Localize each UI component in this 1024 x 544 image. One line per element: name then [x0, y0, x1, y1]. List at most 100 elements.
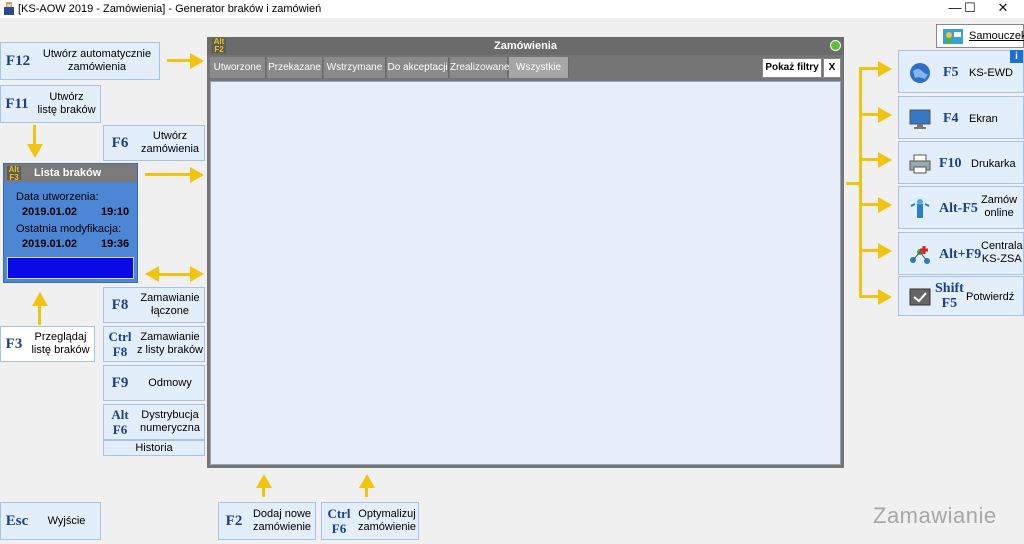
arrow-right-icon: [190, 266, 204, 282]
confirm-button[interactable]: Shift F5 Potwierdź: [898, 276, 1024, 316]
created-label: Data utworzenia:: [16, 191, 99, 203]
arrow-shaft: [158, 273, 192, 276]
key-f6: F6: [111, 134, 129, 151]
label-line1: Dodaj nowe: [252, 508, 312, 520]
tab-do-akceptacji[interactable]: Do akceptacji: [387, 57, 449, 78]
monitor-icon: [909, 109, 931, 129]
arrow-shaft: [859, 158, 879, 161]
section-watermark: Zamawianie: [873, 503, 997, 528]
arrow-shaft: [859, 295, 879, 298]
close-button[interactable]: ✕: [980, 0, 1024, 18]
label-line2: online: [984, 207, 1014, 219]
printer-icon: [909, 154, 931, 174]
connector-line: [859, 67, 862, 297]
orders-window: Alt F2 Zamówienia Utworzone Przekazane Ws…: [207, 37, 844, 468]
order-from-shortage-list-button[interactable]: Ctrl F8 Zamawianie z listy braków: [103, 326, 205, 362]
printer-button[interactable]: F10 Drukarka: [898, 141, 1024, 184]
globe-icon: [910, 63, 930, 83]
key-f9: F9: [111, 374, 129, 391]
label-line1: Utwórz automatycznie: [42, 48, 152, 60]
label-line1: Przeglądaj: [34, 331, 87, 343]
key-alt-f9: Alt+F9: [939, 247, 982, 262]
key-ctrl-f8: Ctrl F8: [104, 329, 136, 359]
key-line1: Ctrl: [327, 506, 351, 521]
label-line1: Centrala: [981, 240, 1023, 252]
numeric-distribution-button[interactable]: Alt F6 Dystrybucja numeryczna: [103, 404, 205, 440]
label-line1: Zamów: [981, 194, 1018, 206]
tab-utworzone[interactable]: Utworzone: [210, 57, 266, 78]
arrow-left-icon: [145, 266, 159, 282]
tab-wszystkie[interactable]: Wszystkie: [509, 57, 569, 78]
key-f3: F3: [5, 335, 23, 352]
arrow-up-icon: [256, 474, 272, 488]
badge-bottom: F3: [9, 173, 19, 182]
label-line2: zamówienia: [67, 61, 127, 73]
label-line1: Utwórz: [49, 91, 84, 103]
online-order-icon: [910, 199, 930, 218]
label-line1: Zamawianie: [140, 292, 200, 304]
create-shortage-list-button[interactable]: F11 Utwórz listę braków: [0, 85, 101, 123]
arrow-down-icon: [27, 144, 43, 158]
key-line1: Ctrl: [108, 329, 132, 344]
arrow-right-icon: [190, 53, 204, 69]
key-esc: Esc: [5, 512, 29, 529]
app-icon: [4, 2, 14, 15]
optimize-order-button[interactable]: Ctrl F6 Optymalizuj zamówienie: [321, 502, 419, 540]
arrow-shaft: [859, 113, 879, 116]
label-line1: Utwórz: [152, 130, 188, 142]
tab-wstrzymane[interactable]: Wstrzymane: [324, 57, 386, 78]
central-ks-zsa-button[interactable]: Alt+F9 Centrala KS-ZSA: [898, 232, 1024, 275]
key-f12: F12: [5, 52, 31, 69]
arrow-shaft: [38, 305, 41, 325]
browse-shortage-list-button[interactable]: F3 Przeglądaj listę braków: [0, 326, 95, 362]
refusals-label: Odmowy: [148, 376, 192, 389]
close-filters-button[interactable]: X: [823, 58, 841, 78]
arrow-right-icon: [190, 167, 204, 183]
arrow-right-icon: [878, 152, 892, 168]
arrow-shaft: [859, 203, 879, 206]
arrow-right-icon: [878, 197, 892, 213]
orders-list-area[interactable]: [210, 81, 841, 465]
key-f5: F5: [943, 65, 959, 80]
confirm-label: Potwierdź: [966, 291, 1015, 303]
info-icon[interactable]: i: [1010, 50, 1023, 63]
exit-button[interactable]: Esc Wyjście: [0, 502, 101, 540]
tab-przekazane[interactable]: Przekazane: [267, 57, 323, 78]
alt-f3-badge: Alt F3: [7, 166, 21, 182]
key-f8: F8: [111, 296, 129, 313]
printer-label: Drukarka: [971, 158, 1016, 170]
arrow-shaft: [859, 67, 879, 70]
tab-zrealizowane[interactable]: Zrealizowane: [450, 57, 509, 78]
key-line1: Shift: [935, 281, 964, 296]
create-order-button[interactable]: F6 Utwórz zamówienia: [103, 125, 205, 161]
shortage-list-title: Lista braków: [34, 167, 102, 179]
create-auto-orders-button[interactable]: F12 Utwórz automatycznie zamówienia: [0, 42, 160, 80]
combined-ordering-button[interactable]: F8 Zamawianie łączone: [103, 287, 205, 323]
tutorial-button[interactable]: Samouczek: [936, 24, 1024, 48]
arrow-up-icon: [359, 474, 375, 488]
orders-header: Alt F2 Zamówienia: [207, 37, 844, 55]
label-line2: zamówienie: [357, 521, 417, 533]
key-f2: F2: [225, 512, 243, 529]
arrow-shaft: [365, 487, 368, 497]
created-date: 2019.01.02: [22, 206, 78, 218]
label-line2: KS-ZSA: [981, 253, 1022, 265]
ks-ewd-button[interactable]: F5 KS-EWD i: [898, 50, 1024, 93]
confirm-icon: [909, 288, 931, 306]
exit-label: Wyjście: [47, 514, 86, 527]
shortage-list-panel[interactable]: Alt F3 Lista braków Data utworzenia: 2019…: [3, 163, 138, 283]
status-ok-icon: [830, 40, 841, 51]
window-title: [KS-AOW 2019 - Zamówienia] - Generator b…: [18, 3, 322, 15]
arrow-shaft: [33, 125, 36, 145]
add-new-order-button[interactable]: F2 Dodaj nowe zamówienie: [218, 502, 316, 540]
order-online-button[interactable]: Alt-F5 Zamów online: [898, 186, 1024, 229]
key-f4: F4: [943, 111, 959, 126]
refusals-button[interactable]: F9 Odmowy: [103, 365, 205, 401]
show-filters-button[interactable]: Pokaż filtry: [762, 58, 822, 78]
history-button[interactable]: Historia: [103, 440, 205, 456]
label-line1: Zamawianie: [140, 331, 200, 343]
screen-button[interactable]: F4 Ekran: [898, 96, 1024, 139]
shortage-list-progress-bar: [7, 257, 134, 279]
label-line1: Dystrybucja: [141, 409, 199, 421]
arrow-right-icon: [878, 243, 892, 259]
